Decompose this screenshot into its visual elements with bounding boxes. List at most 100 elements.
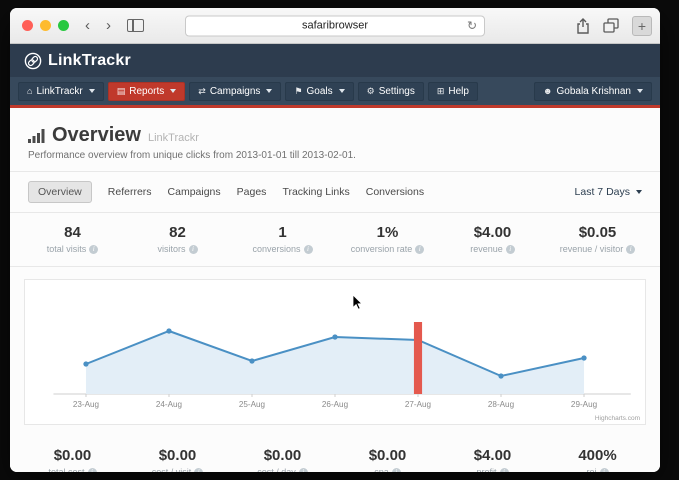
page-subtitle: Performance overview from unique clicks … bbox=[28, 150, 642, 161]
info-icon[interactable] bbox=[88, 468, 97, 473]
goals-icon: ⚑ bbox=[294, 87, 302, 96]
stat-label: roi bbox=[586, 467, 596, 472]
stat-value: 400% bbox=[545, 447, 650, 464]
stat-value: $0.00 bbox=[230, 447, 335, 464]
main-nav: ⌂ LinkTrackr ▤ Reports ⇄ Campaigns ⚑ Goa… bbox=[10, 77, 660, 105]
info-icon[interactable] bbox=[189, 245, 198, 254]
share-icon[interactable] bbox=[576, 18, 590, 34]
user-menu[interactable]: ☻ Gobala Krishnan bbox=[534, 82, 652, 101]
stats-row-top: 84 total visits 82 visitors 1 conversion… bbox=[10, 213, 660, 267]
stat-roi: 400% roi bbox=[545, 447, 650, 472]
nav-item-goals[interactable]: ⚑ Goals bbox=[285, 82, 353, 101]
app-header: LinkTrackr bbox=[10, 44, 660, 77]
linktrackr-logo-icon bbox=[24, 52, 42, 70]
stat-cpa: $0.00 cpa bbox=[335, 447, 440, 472]
reports-icon: ▤ bbox=[117, 87, 126, 96]
stat-total-visits: 84 total visits bbox=[20, 224, 125, 254]
svg-text:26-Aug: 26-Aug bbox=[322, 400, 348, 409]
stats-row-bottom: $0.00 total cost $0.00 cost / visit $0.0… bbox=[10, 433, 660, 472]
report-tabs: Overview Referrers Campaigns Pages Track… bbox=[10, 172, 660, 213]
new-tab-button[interactable]: + bbox=[632, 16, 652, 36]
date-range-label: Last 7 Days bbox=[575, 186, 630, 198]
stat-label: revenue / visitor bbox=[560, 244, 624, 254]
refresh-icon[interactable]: ↻ bbox=[467, 19, 477, 33]
chevron-down-icon bbox=[636, 190, 642, 194]
stat-label: total visits bbox=[47, 244, 87, 254]
back-button[interactable]: ‹ bbox=[85, 18, 90, 33]
info-icon[interactable] bbox=[626, 245, 635, 254]
minimize-window-button[interactable] bbox=[40, 20, 51, 31]
stat-value: $0.00 bbox=[335, 447, 440, 464]
tab-campaigns[interactable]: Campaigns bbox=[168, 186, 221, 198]
stat-profit: $4.00 profit bbox=[440, 447, 545, 472]
tab-overview[interactable]: Overview bbox=[28, 181, 92, 203]
tab-referrers[interactable]: Referrers bbox=[108, 186, 152, 198]
stat-label: revenue bbox=[470, 244, 503, 254]
chart-credit: Highcharts.com bbox=[595, 415, 640, 422]
stat-label: cost / day bbox=[257, 467, 296, 472]
info-icon[interactable] bbox=[600, 468, 609, 473]
tab-pages[interactable]: Pages bbox=[237, 186, 267, 198]
date-range-dropdown[interactable]: Last 7 Days bbox=[575, 186, 642, 198]
nav-label: Goals bbox=[307, 86, 333, 97]
close-window-button[interactable] bbox=[22, 20, 33, 31]
stat-label: conversions bbox=[252, 244, 300, 254]
page-title-suffix: LinkTrackr bbox=[148, 132, 199, 144]
chevron-down-icon bbox=[266, 89, 272, 93]
chevron-down-icon bbox=[89, 89, 95, 93]
info-icon[interactable] bbox=[299, 468, 308, 473]
nav-item-settings[interactable]: ⚙ Settings bbox=[358, 82, 424, 101]
stat-label: cost / visit bbox=[152, 467, 192, 472]
stat-conversions: 1 conversions bbox=[230, 224, 335, 254]
tab-conversions[interactable]: Conversions bbox=[366, 186, 424, 198]
stat-value: $0.00 bbox=[125, 447, 230, 464]
nav-label: Help bbox=[448, 86, 469, 97]
info-icon[interactable] bbox=[500, 468, 509, 473]
stat-value: 1 bbox=[230, 224, 335, 241]
stat-revenue: $4.00 revenue bbox=[440, 224, 545, 254]
sidebar-toggle-icon[interactable] bbox=[127, 19, 144, 32]
help-icon: ⊞ bbox=[437, 87, 445, 96]
tabs-overview-icon[interactable] bbox=[603, 18, 619, 33]
stat-cost-per-visit: $0.00 cost / visit bbox=[125, 447, 230, 472]
chevron-down-icon bbox=[339, 89, 345, 93]
stat-visitors: 82 visitors bbox=[125, 224, 230, 254]
line-chart: 23-Aug24-Aug25-Aug26-Aug27-Aug28-Aug29-A… bbox=[25, 302, 645, 420]
stat-value: 1% bbox=[335, 224, 440, 241]
visits-chart[interactable]: 23-Aug24-Aug25-Aug26-Aug27-Aug28-Aug29-A… bbox=[24, 279, 646, 425]
info-icon[interactable] bbox=[89, 245, 98, 254]
info-icon[interactable] bbox=[506, 245, 515, 254]
nav-label: Settings bbox=[379, 86, 415, 97]
stat-value: $4.00 bbox=[440, 224, 545, 241]
zoom-window-button[interactable] bbox=[58, 20, 69, 31]
stat-cost-per-day: $0.00 cost / day bbox=[230, 447, 335, 472]
svg-text:25-Aug: 25-Aug bbox=[239, 400, 265, 409]
info-icon[interactable] bbox=[415, 245, 424, 254]
forward-button[interactable]: › bbox=[106, 18, 111, 33]
nav-label: Reports bbox=[129, 86, 164, 97]
svg-text:27-Aug: 27-Aug bbox=[405, 400, 431, 409]
tab-tracking-links[interactable]: Tracking Links bbox=[282, 186, 349, 198]
nav-item-campaigns[interactable]: ⇄ Campaigns bbox=[189, 82, 281, 101]
info-icon[interactable] bbox=[392, 468, 401, 473]
chevron-down-icon bbox=[170, 89, 176, 93]
nav-item-linktrackr[interactable]: ⌂ LinkTrackr bbox=[18, 82, 104, 101]
stat-value: 84 bbox=[20, 224, 125, 241]
main-content: Overview LinkTrackr Performance overview… bbox=[10, 108, 660, 472]
address-bar[interactable]: safaribrowser ↻ bbox=[185, 15, 485, 36]
nav-item-reports[interactable]: ▤ Reports bbox=[108, 82, 186, 101]
stat-label: profit bbox=[476, 467, 496, 472]
stat-conversion-rate: 1% conversion rate bbox=[335, 224, 440, 254]
stat-value: $0.05 bbox=[545, 224, 650, 241]
browser-toolbar: ‹ › safaribrowser ↻ + bbox=[10, 8, 660, 44]
svg-text:29-Aug: 29-Aug bbox=[571, 400, 597, 409]
stat-total-cost: $0.00 total cost bbox=[20, 447, 125, 472]
traffic-lights bbox=[22, 20, 69, 31]
dashboard-icon: ⌂ bbox=[27, 87, 32, 96]
nav-item-help[interactable]: ⊞ Help bbox=[428, 82, 478, 101]
info-icon[interactable] bbox=[194, 468, 203, 473]
campaigns-icon: ⇄ bbox=[198, 87, 206, 96]
info-icon[interactable] bbox=[304, 245, 313, 254]
brand-name: LinkTrackr bbox=[48, 52, 131, 70]
nav-label: Campaigns bbox=[210, 86, 261, 97]
